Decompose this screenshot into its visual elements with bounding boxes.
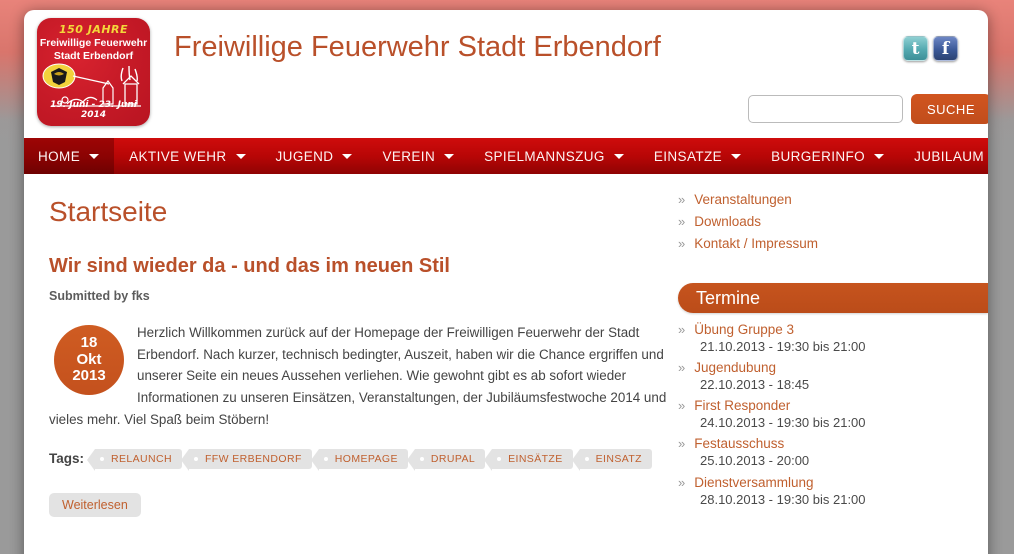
termine-list: » Übung Gruppe 3 21.10.2013 - 19:30 bis … bbox=[672, 313, 988, 510]
event-name: Übung Gruppe 3 bbox=[694, 322, 794, 337]
article-tags: Tags: RELAUNCH FFW ERBENDORF HOMEPAGE DR… bbox=[49, 431, 672, 469]
termine-block-title: Termine bbox=[678, 283, 988, 313]
event-date: 21.10.2013 - 19:30 bis 21:00 bbox=[678, 337, 988, 357]
nav-item-label: HOME bbox=[38, 149, 80, 164]
event-date: 25.10.2013 - 20:00 bbox=[678, 451, 988, 471]
chevron-right-icon: » bbox=[678, 360, 685, 375]
logo-line-4: 19. Juni - 23. Juni 2014 bbox=[37, 100, 150, 120]
article-title[interactable]: Wir sind wieder da - und das im neuen St… bbox=[49, 255, 672, 278]
event-link[interactable]: » Dienstversammlung bbox=[678, 475, 988, 490]
nav-item-label: SPIELMANNSZUG bbox=[484, 149, 605, 164]
list-item: » Jugendubung 22.10.2013 - 18:45 bbox=[678, 360, 988, 395]
page-container: 150 JAHRE Freiwillige Feuerwehr Stadt Er… bbox=[24, 10, 988, 554]
twitter-icon[interactable]: t bbox=[903, 36, 928, 61]
nav-item-jubilaum[interactable]: JUBILAUM bbox=[899, 138, 988, 174]
nav-item-spielmannszug[interactable]: SPIELMANNSZUG bbox=[469, 138, 639, 174]
chevron-down-icon bbox=[236, 154, 246, 159]
article-date-badge: 18 Okt 2013 bbox=[54, 325, 124, 395]
site-header: 150 JAHRE Freiwillige Feuerwehr Stadt Er… bbox=[24, 10, 988, 138]
search-form: SUCHE bbox=[748, 94, 988, 124]
list-item: » Festausschuss 25.10.2013 - 20:00 bbox=[678, 436, 988, 471]
event-name: Festausschuss bbox=[694, 436, 784, 451]
nav-item-label: AKTIVE WEHR bbox=[129, 149, 226, 164]
list-item: » First Responder 24.10.2013 - 19:30 bis… bbox=[678, 398, 988, 433]
content-area: Startseite Wir sind wieder da - und das … bbox=[24, 174, 988, 517]
event-link[interactable]: » First Responder bbox=[678, 398, 988, 413]
list-item: » Übung Gruppe 3 21.10.2013 - 19:30 bis … bbox=[678, 322, 988, 357]
nav-item-label: VEREIN bbox=[382, 149, 435, 164]
chevron-right-icon: » bbox=[678, 192, 685, 207]
nav-item-aktive-wehr[interactable]: AKTIVE WEHR bbox=[114, 138, 260, 174]
chevron-right-icon: » bbox=[678, 236, 685, 251]
sidebar-item-label: Downloads bbox=[694, 214, 761, 229]
logo-line-1: 150 JAHRE bbox=[37, 23, 150, 36]
nav-item-label: BURGERINFO bbox=[771, 149, 865, 164]
search-button[interactable]: SUCHE bbox=[911, 94, 988, 124]
nav-item-jugend[interactable]: JUGEND bbox=[261, 138, 368, 174]
read-more-button[interactable]: Weiterlesen bbox=[49, 493, 141, 517]
site-logo[interactable]: 150 JAHRE Freiwillige Feuerwehr Stadt Er… bbox=[37, 18, 150, 126]
tag-item[interactable]: EINSÄTZE bbox=[492, 449, 573, 469]
list-item: » Dienstversammlung 28.10.2013 - 19:30 b… bbox=[678, 475, 988, 510]
tag-item[interactable]: HOMEPAGE bbox=[319, 449, 408, 469]
event-date: 22.10.2013 - 18:45 bbox=[678, 375, 988, 395]
chevron-right-icon: » bbox=[678, 475, 685, 490]
tag-item[interactable]: FFW ERBENDORF bbox=[189, 449, 312, 469]
event-name: Dienstversammlung bbox=[694, 475, 813, 490]
sidebar-item-downloads[interactable]: » Downloads bbox=[678, 214, 988, 229]
main-navigation: HOME AKTIVE WEHR JUGEND VEREIN SPIELMANN… bbox=[24, 138, 988, 174]
tag-item[interactable]: RELAUNCH bbox=[95, 449, 182, 469]
sidebar-item-veranstaltungen[interactable]: » Veranstaltungen bbox=[678, 192, 988, 207]
article-body: Herzlich Willkommen zurück auf der Homep… bbox=[49, 322, 672, 431]
tag-item[interactable]: EINSATZ bbox=[580, 449, 652, 469]
nav-item-burgerinfo[interactable]: BURGERINFO bbox=[756, 138, 899, 174]
date-year: 2013 bbox=[54, 368, 124, 385]
sidebar-item-label: Kontakt / Impressum bbox=[694, 236, 818, 251]
chevron-down-icon bbox=[731, 154, 741, 159]
sidebar-item-kontakt-impressum[interactable]: » Kontakt / Impressum bbox=[678, 236, 988, 251]
chevron-right-icon: » bbox=[678, 214, 685, 229]
event-name: Jugendubung bbox=[694, 360, 776, 375]
main-column: Startseite Wir sind wieder da - und das … bbox=[24, 174, 672, 517]
facebook-icon[interactable]: f bbox=[933, 36, 958, 61]
site-title: Freiwillige Feuerwehr Stadt Erbendorf bbox=[174, 30, 734, 64]
sidebar-links: » Veranstaltungen » Downloads » Kontakt … bbox=[672, 192, 988, 251]
chevron-right-icon: » bbox=[678, 398, 685, 413]
sidebar-item-label: Veranstaltungen bbox=[694, 192, 792, 207]
chevron-right-icon: » bbox=[678, 436, 685, 451]
article-submitted-by: Submitted by fks bbox=[49, 289, 672, 303]
event-name: First Responder bbox=[694, 398, 790, 413]
chevron-down-icon bbox=[89, 154, 99, 159]
date-day: 18 bbox=[54, 335, 124, 352]
page-title: Startseite bbox=[49, 196, 672, 228]
chevron-down-icon bbox=[444, 154, 454, 159]
event-date: 24.10.2013 - 19:30 bis 21:00 bbox=[678, 413, 988, 433]
social-links: t f bbox=[903, 36, 958, 61]
event-link[interactable]: » Übung Gruppe 3 bbox=[678, 322, 988, 337]
chevron-right-icon: » bbox=[678, 322, 685, 337]
nav-item-verein[interactable]: VEREIN bbox=[367, 138, 469, 174]
search-input[interactable] bbox=[748, 95, 903, 123]
article: Wir sind wieder da - und das im neuen St… bbox=[49, 255, 672, 517]
nav-item-einsatze[interactable]: EINSATZE bbox=[639, 138, 756, 174]
nav-item-label: JUGEND bbox=[276, 149, 334, 164]
nav-item-label: EINSATZE bbox=[654, 149, 722, 164]
event-date: 28.10.2013 - 19:30 bis 21:00 bbox=[678, 490, 988, 510]
logo-line-3: Stadt Erbendorf bbox=[37, 50, 150, 62]
nav-item-label: JUBILAUM bbox=[914, 149, 984, 164]
tag-item[interactable]: DRUPAL bbox=[415, 449, 485, 469]
tags-label: Tags: bbox=[49, 451, 84, 466]
event-link[interactable]: » Jugendubung bbox=[678, 360, 988, 375]
chevron-down-icon bbox=[342, 154, 352, 159]
sidebar: » Veranstaltungen » Downloads » Kontakt … bbox=[672, 174, 988, 517]
nav-item-home[interactable]: HOME bbox=[24, 138, 114, 174]
logo-line-2: Freiwillige Feuerwehr bbox=[37, 37, 150, 49]
date-month: Okt bbox=[54, 352, 124, 369]
event-link[interactable]: » Festausschuss bbox=[678, 436, 988, 451]
chevron-down-icon bbox=[614, 154, 624, 159]
chevron-down-icon bbox=[874, 154, 884, 159]
